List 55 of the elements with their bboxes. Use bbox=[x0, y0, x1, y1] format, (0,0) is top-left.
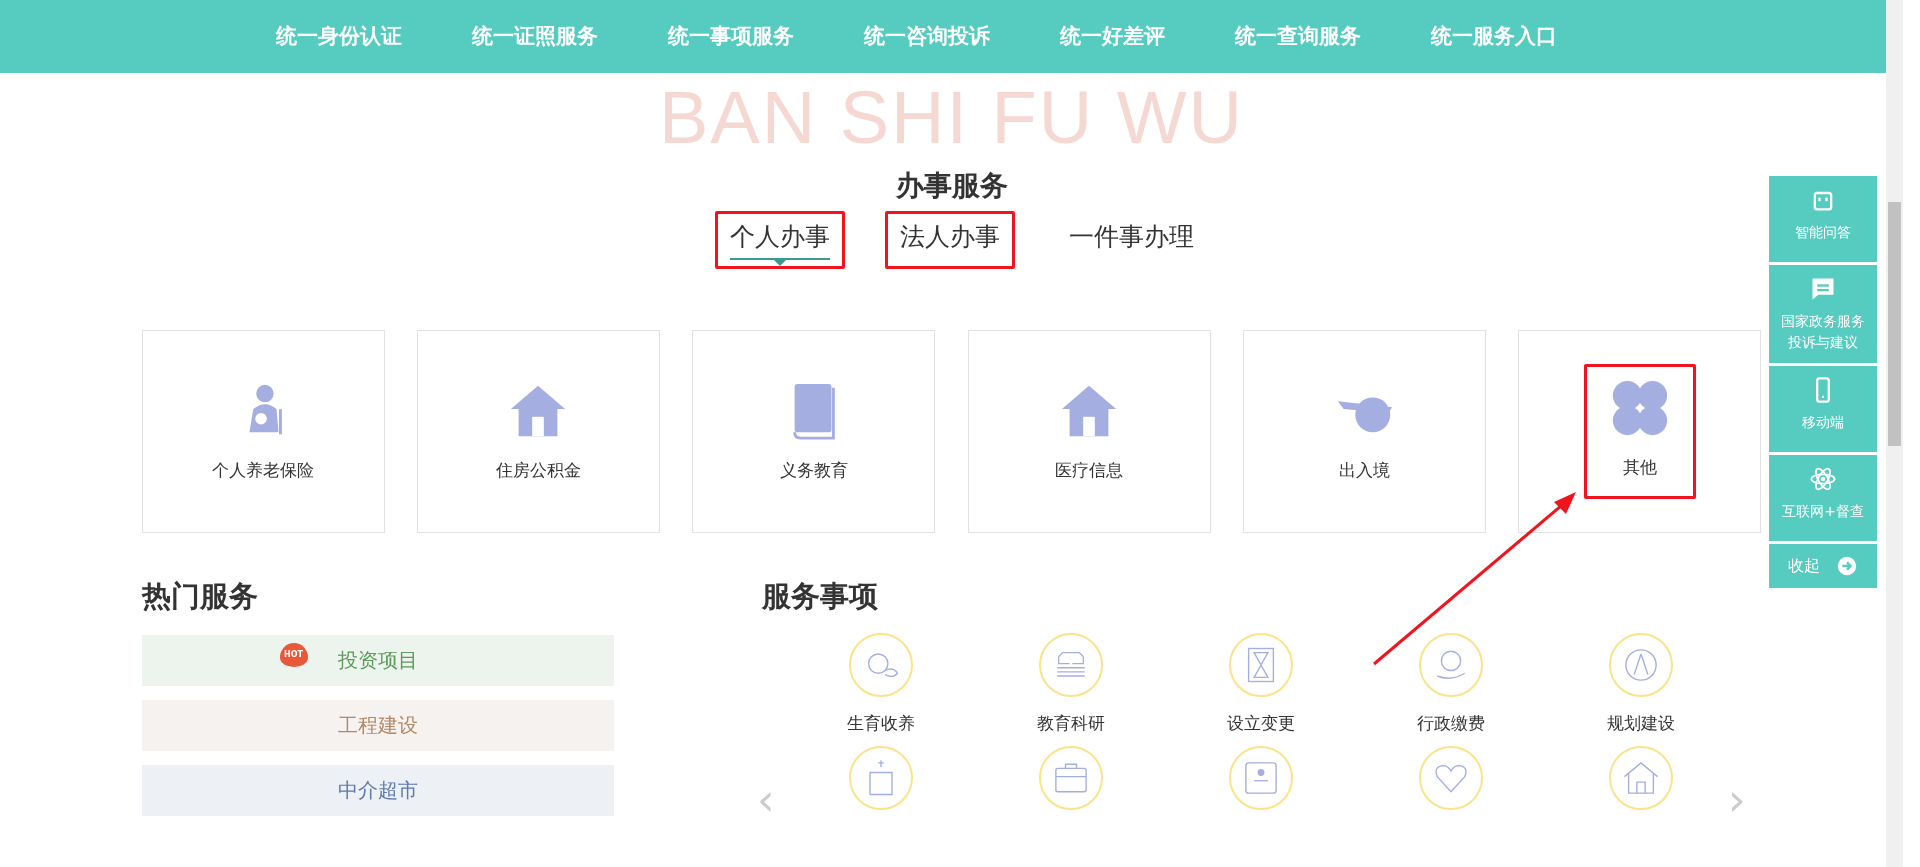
section-heading: 服务事项 bbox=[761, 578, 879, 615]
service-icon-circle[interactable] bbox=[848, 746, 913, 810]
category-label: 其他 bbox=[1622, 455, 1657, 479]
service-icon-circle[interactable] bbox=[1608, 746, 1673, 810]
service-icon-circle[interactable] bbox=[848, 632, 913, 697]
hot-badge: HOT bbox=[279, 642, 308, 667]
category-label: 个人养老保险 bbox=[212, 458, 314, 482]
service-icon-circle[interactable] bbox=[1038, 632, 1103, 697]
service-label: 生育收养 bbox=[846, 711, 915, 735]
category-card[interactable]: 医疗信息 bbox=[967, 330, 1211, 533]
nav-link[interactable]: 统一事项服务 bbox=[633, 20, 829, 53]
service-icon-circle[interactable] bbox=[1608, 632, 1673, 697]
service-icon-circle[interactable] bbox=[1418, 746, 1483, 810]
category-label: 义务教育 bbox=[779, 458, 848, 482]
nav-link[interactable]: 统一好差评 bbox=[1025, 20, 1200, 53]
nav-link[interactable]: 统一服务入口 bbox=[1396, 20, 1592, 53]
next-arrow[interactable]: › bbox=[1728, 778, 1746, 822]
nav-link[interactable]: 统一证照服务 bbox=[437, 20, 633, 53]
hot-service-item[interactable]: 工程建设 bbox=[141, 699, 614, 751]
scrollbar[interactable] bbox=[1886, 0, 1903, 867]
side-toolbar-button[interactable]: 智能问答 bbox=[1769, 176, 1877, 262]
category-card[interactable]: 义务教育 bbox=[692, 330, 936, 533]
service-label: 教育科研 bbox=[1036, 711, 1105, 735]
right-arrow-circle-icon bbox=[1836, 555, 1858, 577]
side-toolbar-button[interactable]: 国家政务服务投诉与建议 bbox=[1769, 265, 1877, 363]
service-icon-circle[interactable] bbox=[1228, 746, 1293, 810]
side-toolbar-button[interactable]: 互联网+督查 bbox=[1769, 455, 1877, 541]
nav-link[interactable]: 统一咨询投诉 bbox=[829, 20, 1025, 53]
service-label: 行政缴费 bbox=[1416, 711, 1485, 735]
category-label: 住房公积金 bbox=[495, 458, 581, 482]
section-heading: 热门服务 bbox=[141, 578, 259, 615]
service-label: 设立变更 bbox=[1226, 711, 1295, 735]
tab[interactable]: 个人办事 bbox=[715, 211, 845, 269]
category-card[interactable]: 住房公积金 bbox=[416, 330, 660, 533]
side-toolbar-button[interactable]: 移动端 bbox=[1769, 366, 1877, 452]
service-label: 规划建设 bbox=[1606, 711, 1675, 735]
hot-service-item[interactable]: HOT 投资项目 bbox=[141, 634, 614, 686]
atom-icon bbox=[1809, 465, 1837, 493]
category-card[interactable]: 个人养老保险 bbox=[141, 330, 385, 533]
scrollbar-thumb[interactable] bbox=[1888, 202, 1901, 446]
previous-arrow[interactable]: ‹ bbox=[757, 778, 775, 822]
nav-link[interactable]: 统一查询服务 bbox=[1200, 20, 1396, 53]
tab[interactable]: 法人办事 bbox=[885, 211, 1015, 269]
category-label: 出入境 bbox=[1339, 458, 1391, 482]
service-icon-circle[interactable] bbox=[1038, 746, 1103, 810]
tab[interactable]: 一件事办理 bbox=[1057, 211, 1206, 269]
category-card[interactable]: 出入境 bbox=[1243, 330, 1487, 533]
hot-service-item[interactable]: 中介超市 bbox=[141, 764, 614, 816]
nav-link[interactable]: 统一身份认证 bbox=[241, 20, 437, 53]
side-toolbar-button[interactable]: 收起 bbox=[1769, 544, 1877, 588]
category-label: 医疗信息 bbox=[1055, 458, 1124, 482]
service-icon-circle[interactable] bbox=[1418, 632, 1483, 697]
section-title: 办事服务 bbox=[895, 168, 1008, 204]
category-card[interactable]: 其他 bbox=[1518, 330, 1762, 533]
service-icon-circle[interactable] bbox=[1228, 632, 1293, 697]
